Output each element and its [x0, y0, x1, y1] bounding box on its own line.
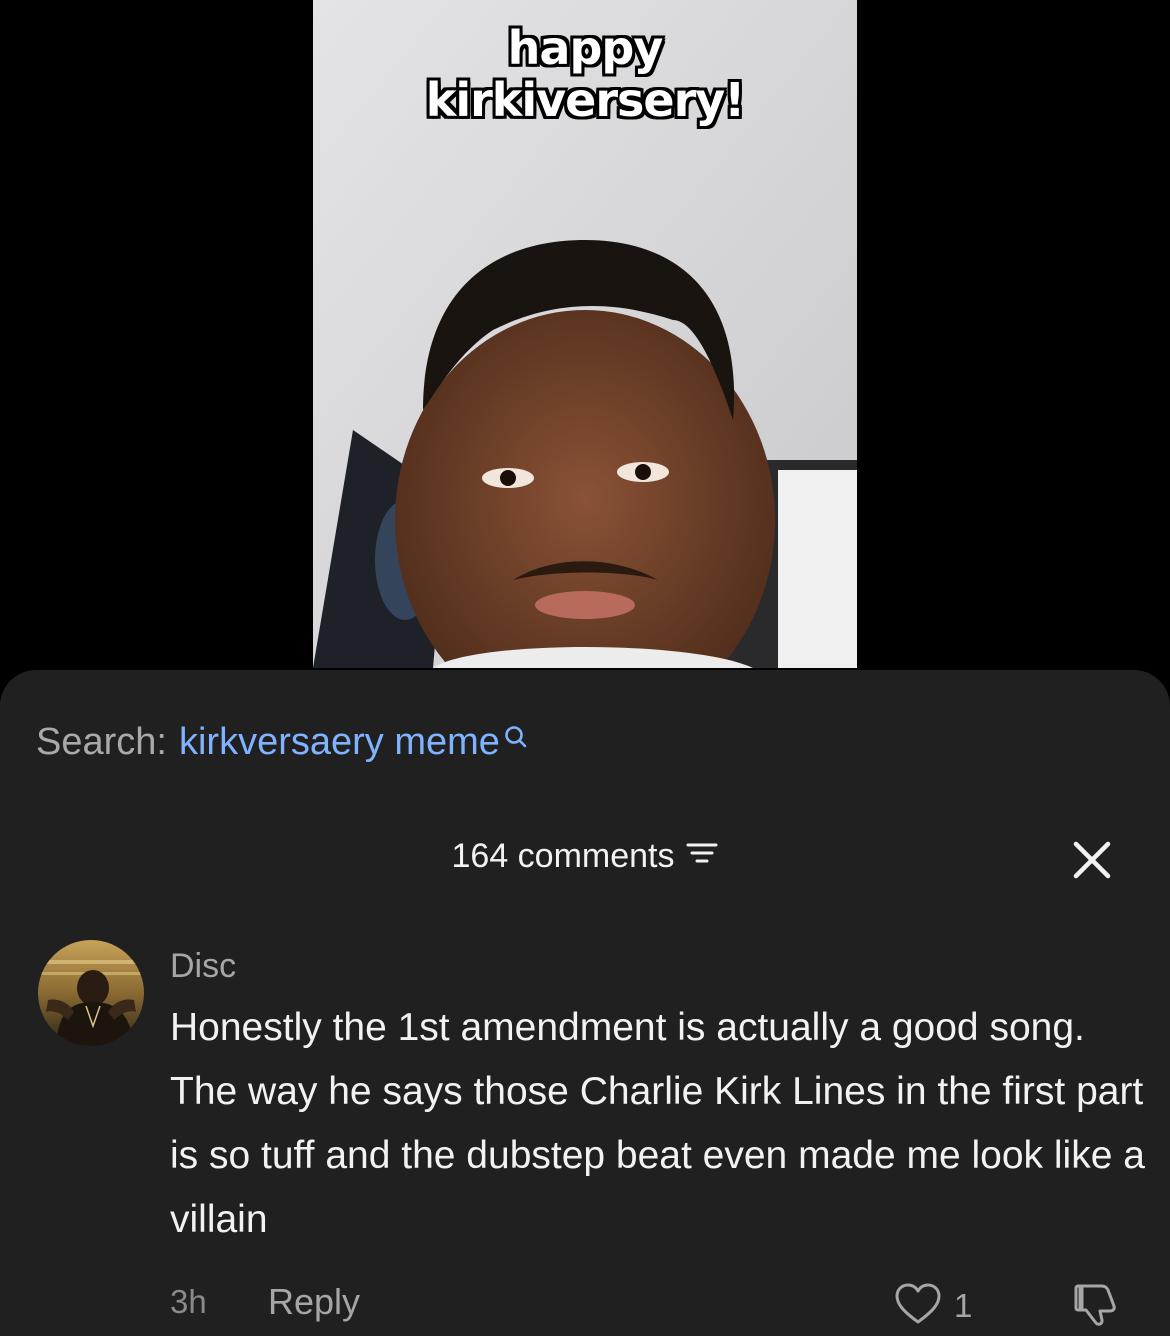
reply-button[interactable]: Reply — [268, 1282, 360, 1322]
comments-header: 164 comments — [0, 836, 1170, 876]
comment-text: Honestly the 1st amendment is actually a… — [170, 1006, 1145, 1241]
close-button[interactable] — [1068, 836, 1116, 884]
video-frame[interactable]: happy kirkiversery! — [313, 0, 857, 668]
caption-line-1: happy — [507, 21, 664, 75]
dislike-button[interactable] — [1072, 1280, 1124, 1328]
search-icon[interactable] — [502, 718, 530, 762]
avatar[interactable] — [38, 940, 144, 1046]
thumbs-down-icon[interactable] — [1072, 1280, 1124, 1328]
sort-icon[interactable] — [685, 836, 719, 876]
comment-timestamp: 3h — [170, 1283, 207, 1320]
search-suggestion[interactable]: Search: kirkversaery meme — [36, 720, 530, 764]
comment-username[interactable]: Disc — [170, 946, 236, 986]
heart-outline-icon[interactable] — [893, 1282, 943, 1326]
search-query-link[interactable]: kirkversaery meme — [179, 720, 500, 764]
close-icon[interactable] — [1068, 836, 1116, 884]
like-button[interactable] — [893, 1282, 943, 1326]
like-count: 1 — [954, 1287, 973, 1324]
caption-line-2: kirkiversery! — [425, 73, 746, 127]
video-caption: happy kirkiversery! — [313, 22, 857, 126]
comments-panel: Search: kirkversaery meme 164 comments D… — [0, 670, 1170, 1336]
search-prefix: Search: — [36, 721, 167, 763]
comments-count: 164 comments — [451, 837, 675, 875]
